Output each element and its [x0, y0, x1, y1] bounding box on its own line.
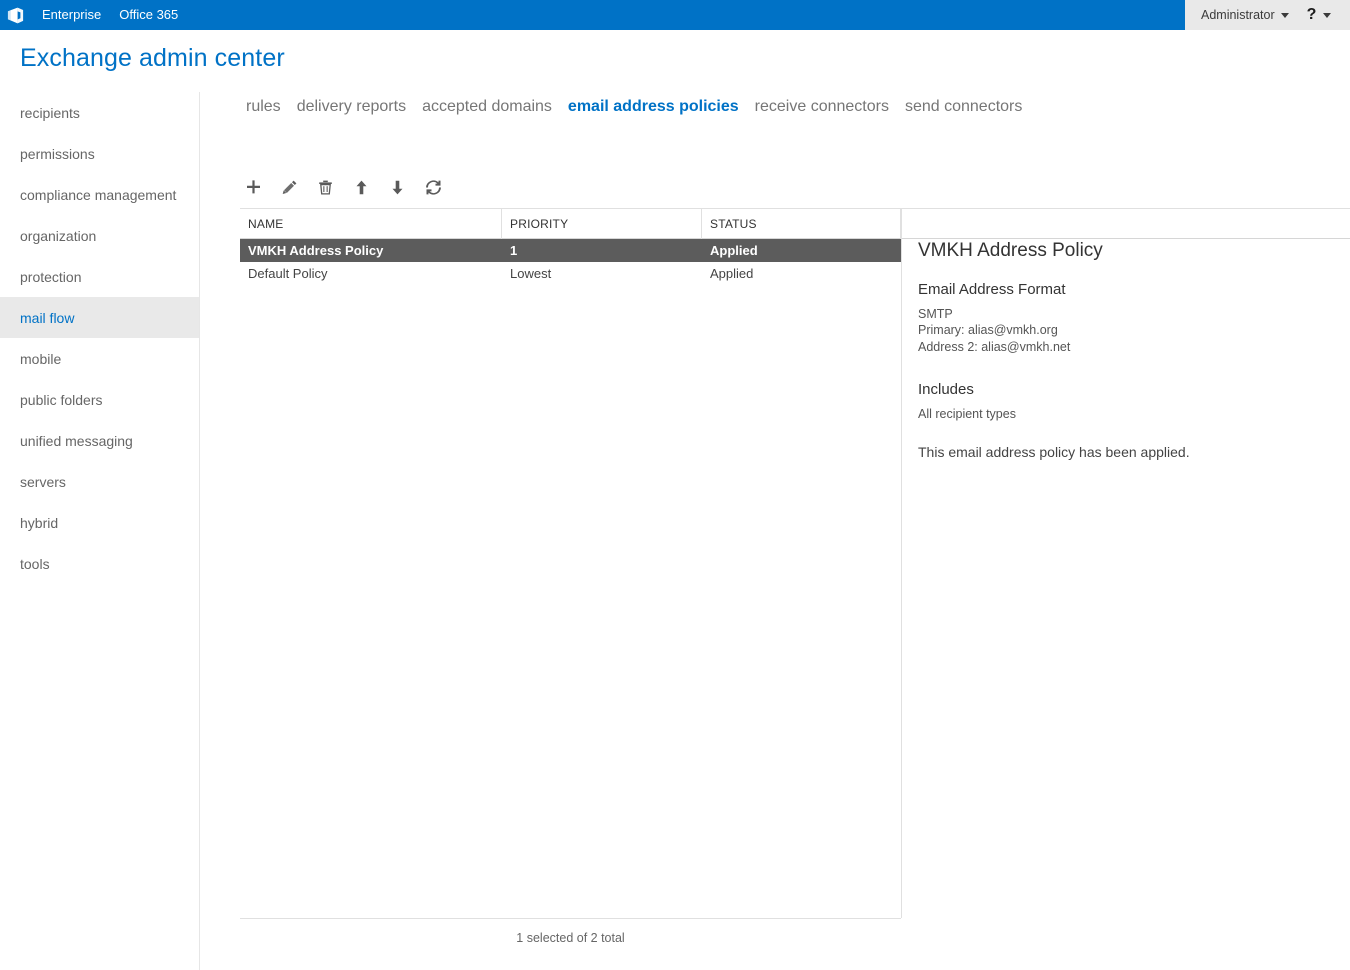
- help-menu[interactable]: ?: [1295, 7, 1332, 23]
- column-header-name[interactable]: NAME: [240, 209, 502, 239]
- sidebar-item-hybrid[interactable]: hybrid: [0, 502, 199, 543]
- details-format-heading: Email Address Format: [918, 280, 1066, 298]
- sidebar-item-recipients[interactable]: recipients: [0, 92, 199, 133]
- tab-receive-connectors[interactable]: receive connectors: [755, 98, 889, 116]
- page-title: Exchange admin center: [20, 44, 285, 72]
- tab-send-connectors[interactable]: send connectors: [905, 98, 1022, 116]
- cell-status: Applied: [710, 243, 758, 258]
- cell-priority: 1: [510, 243, 518, 258]
- sidebar-item-mail-flow[interactable]: mail flow: [0, 297, 199, 338]
- tab-email-address-policies[interactable]: email address policies: [568, 98, 739, 116]
- details-format-address2: Address 2: alias@vmkh.net: [918, 339, 1071, 354]
- office-logo-icon[interactable]: [0, 0, 30, 30]
- status-divider: [240, 918, 901, 919]
- sidebar-item-label: tools: [20, 555, 50, 572]
- sidebar-item-mobile[interactable]: mobile: [0, 338, 199, 379]
- chevron-down-icon: [1280, 12, 1289, 18]
- table-row[interactable]: VMKH Address Policy 1 Applied: [240, 239, 902, 262]
- sidebar-item-organization[interactable]: organization: [0, 215, 199, 256]
- table-header: NAME PRIORITY STATUS: [240, 208, 1350, 239]
- sidebar-item-label: mobile: [20, 350, 62, 367]
- tab-delivery-reports[interactable]: delivery reports: [297, 98, 406, 116]
- details-title: VMKH Address Policy: [918, 240, 1103, 261]
- sidebar: recipients permissions compliance manage…: [0, 92, 200, 970]
- tab-bar: rules delivery reports accepted domains …: [246, 98, 1022, 116]
- tab-accepted-domains[interactable]: accepted domains: [422, 98, 552, 116]
- account-label: Administrator: [1201, 8, 1275, 22]
- add-button[interactable]: [240, 174, 266, 200]
- details-includes-value: All recipient types: [918, 407, 1016, 422]
- sidebar-item-public-folders[interactable]: public folders: [0, 379, 199, 420]
- tab-rules[interactable]: rules: [246, 98, 281, 116]
- sidebar-item-tools[interactable]: tools: [0, 543, 199, 584]
- column-header-priority[interactable]: PRIORITY: [502, 209, 702, 239]
- suite-bar-right: Administrator ?: [1185, 0, 1350, 30]
- suite-link-enterprise[interactable]: Enterprise: [33, 0, 110, 30]
- sidebar-item-label: mail flow: [20, 309, 75, 326]
- delete-button[interactable]: [312, 174, 338, 200]
- cell-priority: Lowest: [510, 266, 552, 281]
- details-includes-heading: Includes: [918, 381, 974, 399]
- help-icon: ?: [1306, 6, 1317, 23]
- toolbar: [240, 174, 446, 200]
- suite-link-office365[interactable]: Office 365: [110, 0, 187, 30]
- details-format-primary: Primary: alias@vmkh.org: [918, 323, 1058, 338]
- sidebar-item-label: organization: [20, 227, 97, 244]
- sidebar-item-label: compliance management: [20, 186, 177, 203]
- sidebar-item-permissions[interactable]: permissions: [0, 133, 199, 174]
- refresh-button[interactable]: [420, 174, 446, 200]
- sidebar-item-unified-messaging[interactable]: unified messaging: [0, 420, 199, 461]
- move-up-button[interactable]: [348, 174, 374, 200]
- pane-divider: [901, 208, 902, 918]
- column-header-status[interactable]: STATUS: [702, 209, 901, 239]
- cell-status: Applied: [710, 266, 754, 281]
- sidebar-item-label: hybrid: [20, 514, 59, 531]
- sidebar-item-label: protection: [20, 268, 82, 285]
- sidebar-item-label: recipients: [20, 104, 80, 121]
- details-note: This email address policy has been appli…: [918, 443, 1190, 460]
- move-down-button[interactable]: [384, 174, 410, 200]
- sidebar-item-label: permissions: [20, 145, 95, 162]
- cell-name: VMKH Address Policy: [248, 243, 384, 258]
- sidebar-item-compliance-management[interactable]: compliance management: [0, 174, 199, 215]
- table-body: VMKH Address Policy 1 Applied Default Po…: [240, 239, 902, 285]
- chevron-down-icon: [1323, 12, 1332, 18]
- details-format-protocol: SMTP: [918, 306, 953, 321]
- sidebar-item-label: servers: [20, 473, 66, 490]
- suite-bar: Enterprise Office 365 Administrator ?: [0, 0, 1350, 30]
- edit-button[interactable]: [276, 174, 302, 200]
- details-pane: VMKH Address Policy Email Address Format…: [918, 240, 1338, 460]
- account-menu[interactable]: Administrator: [1201, 8, 1289, 22]
- sidebar-item-protection[interactable]: protection: [0, 256, 199, 297]
- sidebar-item-label: unified messaging: [20, 432, 133, 449]
- status-text: 1 selected of 2 total: [516, 931, 625, 945]
- sidebar-item-label: public folders: [20, 391, 103, 408]
- cell-name: Default Policy: [248, 266, 328, 281]
- sidebar-item-servers[interactable]: servers: [0, 461, 199, 502]
- suite-bar-left: Enterprise Office 365: [0, 0, 1185, 30]
- table-row[interactable]: Default Policy Lowest Applied: [240, 262, 902, 285]
- column-header-blank: [901, 209, 1350, 239]
